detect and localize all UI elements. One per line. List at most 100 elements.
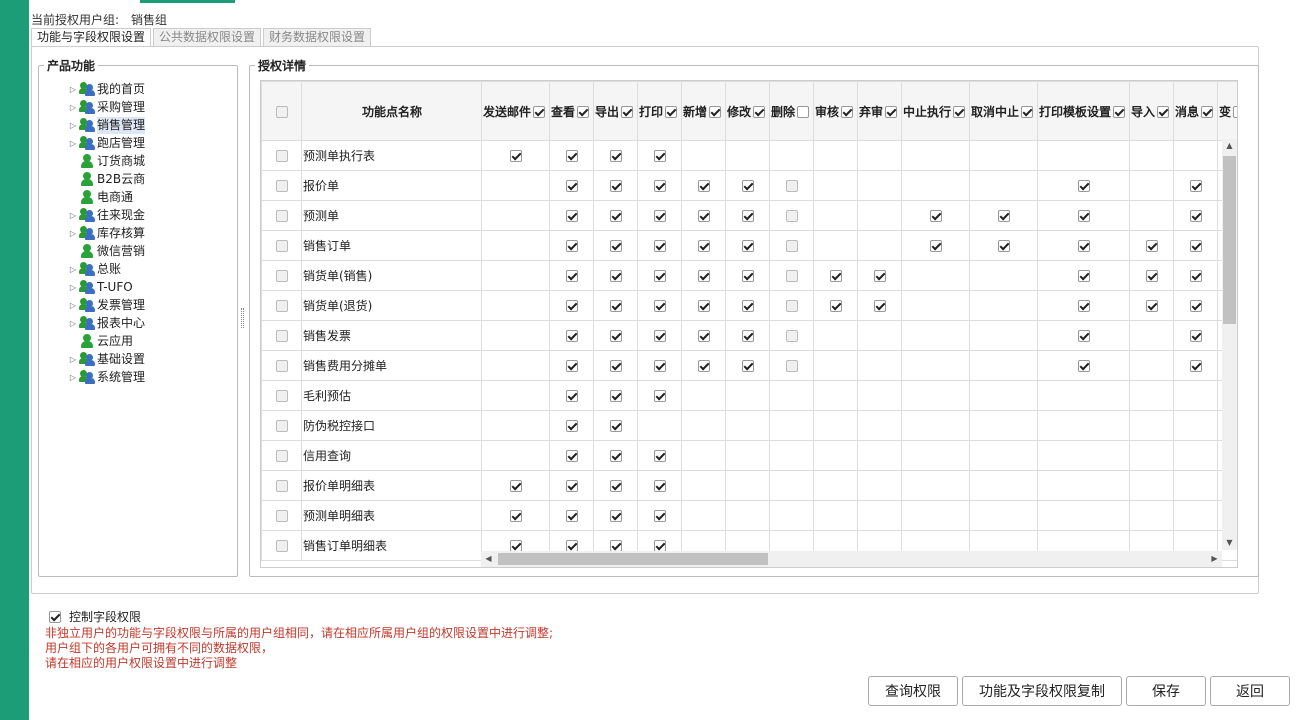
scroll-left-arrow-icon[interactable]: ◀ xyxy=(481,551,496,567)
column-select-checkbox[interactable] xyxy=(841,106,854,118)
permission-checkbox[interactable] xyxy=(929,210,942,222)
permission-checkbox[interactable] xyxy=(997,210,1010,222)
expand-arrow-icon[interactable]: ▷ xyxy=(67,369,79,386)
tab-finance-data[interactable]: 财务数据权限设置 xyxy=(263,28,372,47)
save-button[interactable]: 保存 xyxy=(1126,676,1206,706)
permission-checkbox[interactable] xyxy=(653,240,666,252)
permission-checkbox[interactable] xyxy=(509,480,522,492)
permission-checkbox[interactable] xyxy=(1145,300,1158,312)
permission-checkbox[interactable] xyxy=(609,330,622,342)
permission-checkbox[interactable] xyxy=(785,300,798,312)
permission-checkbox[interactable] xyxy=(609,480,622,492)
permission-checkbox[interactable] xyxy=(1189,180,1202,192)
expand-arrow-icon[interactable]: ▷ xyxy=(67,117,79,134)
column-select-checkbox[interactable] xyxy=(1233,106,1237,118)
permission-checkbox[interactable] xyxy=(565,300,578,312)
permission-checkbox[interactable] xyxy=(929,240,942,252)
column-select-checkbox[interactable] xyxy=(885,106,898,118)
grid-horizontal-scrollbar[interactable]: ◀ ▶ xyxy=(481,551,1222,567)
permission-checkbox[interactable] xyxy=(741,360,754,372)
permission-checkbox[interactable] xyxy=(1077,300,1090,312)
permission-checkbox[interactable] xyxy=(565,360,578,372)
permission-checkbox[interactable] xyxy=(1145,240,1158,252)
scroll-up-arrow-icon[interactable]: ▲ xyxy=(1222,139,1237,153)
row-select-checkbox[interactable] xyxy=(275,390,288,402)
row-select-checkbox[interactable] xyxy=(275,240,288,252)
permission-checkbox[interactable] xyxy=(565,480,578,492)
select-all-checkbox[interactable] xyxy=(276,105,288,118)
permission-checkbox[interactable] xyxy=(697,330,710,342)
permission-checkbox[interactable] xyxy=(873,300,886,312)
expand-arrow-icon[interactable]: ▷ xyxy=(67,99,79,116)
query-permission-button[interactable]: 查询权限 xyxy=(868,676,958,706)
grid-vertical-scrollbar[interactable]: ▲ ▼ xyxy=(1222,139,1237,550)
permission-checkbox[interactable] xyxy=(565,450,578,462)
tree-item[interactable]: 云应用 xyxy=(67,332,145,350)
permission-checkbox[interactable] xyxy=(785,270,798,282)
permission-checkbox[interactable] xyxy=(785,330,798,342)
permission-checkbox[interactable] xyxy=(565,510,578,522)
permission-checkbox[interactable] xyxy=(653,450,666,462)
tree-item[interactable]: 电商通 xyxy=(67,188,145,206)
permission-checkbox[interactable] xyxy=(1189,300,1202,312)
permission-checkbox[interactable] xyxy=(565,270,578,282)
permission-checkbox[interactable] xyxy=(741,210,754,222)
permission-checkbox[interactable] xyxy=(565,330,578,342)
horizontal-scroll-thumb[interactable] xyxy=(498,553,768,565)
permission-checkbox[interactable] xyxy=(741,240,754,252)
panel-splitter[interactable] xyxy=(241,308,244,328)
permission-checkbox[interactable] xyxy=(609,150,622,162)
permission-checkbox[interactable] xyxy=(697,360,710,372)
expand-arrow-icon[interactable]: ▷ xyxy=(67,315,79,332)
permission-checkbox[interactable] xyxy=(653,150,666,162)
permission-checkbox[interactable] xyxy=(1189,330,1202,342)
column-select-checkbox[interactable] xyxy=(1113,106,1126,118)
tree-item[interactable]: ▷ 销售管理 xyxy=(67,116,146,134)
copy-permission-button[interactable]: 功能及字段权限复制 xyxy=(962,676,1122,706)
column-select-checkbox[interactable] xyxy=(797,106,810,118)
permission-checkbox[interactable] xyxy=(565,240,578,252)
tree-item[interactable]: ▷ 系统管理 xyxy=(67,368,145,386)
permission-checkbox[interactable] xyxy=(1077,210,1090,222)
permission-checkbox[interactable] xyxy=(653,210,666,222)
permission-checkbox[interactable] xyxy=(653,330,666,342)
expand-arrow-icon[interactable]: ▷ xyxy=(67,135,79,152)
column-select-checkbox[interactable] xyxy=(665,106,678,118)
permission-checkbox[interactable] xyxy=(741,180,754,192)
column-select-checkbox[interactable] xyxy=(1201,106,1214,118)
permission-checkbox[interactable] xyxy=(1189,270,1202,282)
row-select-checkbox[interactable] xyxy=(275,510,288,522)
permission-checkbox[interactable] xyxy=(741,270,754,282)
permission-checkbox[interactable] xyxy=(609,390,622,402)
row-select-checkbox[interactable] xyxy=(275,150,288,162)
row-select-checkbox[interactable] xyxy=(275,420,288,432)
permission-checkbox[interactable] xyxy=(609,300,622,312)
row-select-checkbox[interactable] xyxy=(275,360,288,372)
permission-checkbox[interactable] xyxy=(829,300,842,312)
permission-checkbox[interactable] xyxy=(609,510,622,522)
tab-public-data[interactable]: 公共数据权限设置 xyxy=(153,28,262,47)
expand-arrow-icon[interactable]: ▷ xyxy=(67,279,79,296)
tree-item[interactable]: ▷ 我的首页 xyxy=(67,80,145,98)
tree-item[interactable]: ▷ 总账 xyxy=(67,260,145,278)
permission-checkbox[interactable] xyxy=(1189,360,1202,372)
row-select-checkbox[interactable] xyxy=(275,300,288,312)
back-button[interactable]: 返回 xyxy=(1210,676,1290,706)
permission-checkbox[interactable] xyxy=(829,270,842,282)
permission-checkbox[interactable] xyxy=(609,360,622,372)
permission-checkbox[interactable] xyxy=(1189,240,1202,252)
expand-arrow-icon[interactable]: ▷ xyxy=(67,225,79,242)
tree-item[interactable]: B2B云商 xyxy=(67,170,145,188)
permission-checkbox[interactable] xyxy=(609,210,622,222)
permission-checkbox[interactable] xyxy=(653,270,666,282)
tree-item[interactable]: ▷ 基础设置 xyxy=(67,350,145,368)
permission-checkbox[interactable] xyxy=(653,360,666,372)
row-select-checkbox[interactable] xyxy=(275,330,288,342)
tree-item[interactable]: ▷ T-UFO xyxy=(67,278,145,296)
row-select-checkbox[interactable] xyxy=(275,480,288,492)
permission-checkbox[interactable] xyxy=(697,180,710,192)
permission-checkbox[interactable] xyxy=(997,240,1010,252)
permission-checkbox[interactable] xyxy=(1145,270,1158,282)
permission-checkbox[interactable] xyxy=(509,510,522,522)
permission-checkbox[interactable] xyxy=(565,180,578,192)
